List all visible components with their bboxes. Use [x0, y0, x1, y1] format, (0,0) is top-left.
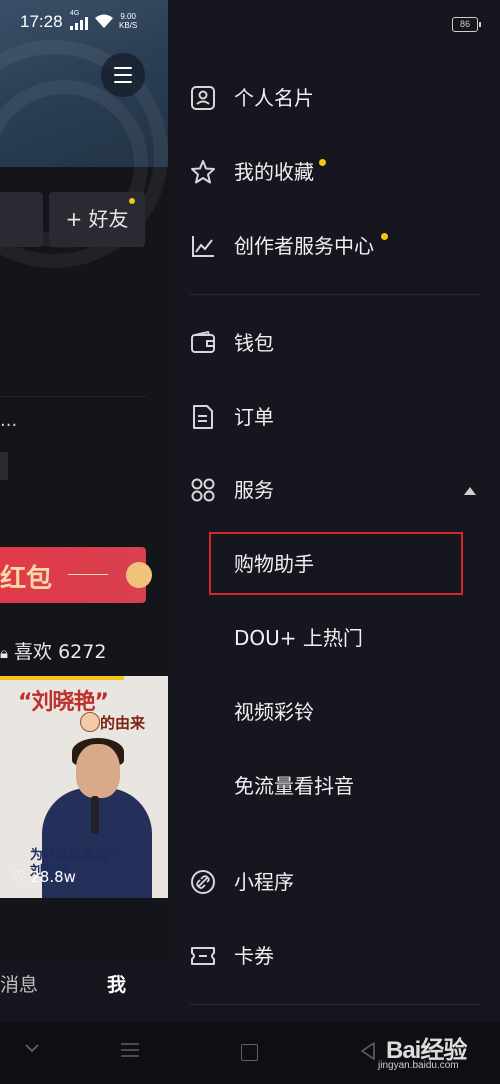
thumbnail-title: “刘晓艳”	[18, 690, 109, 715]
likes-tab[interactable]: 🔒︎ 喜欢 6272	[0, 637, 106, 664]
order-icon	[193, 405, 213, 429]
coin-icon	[126, 562, 152, 588]
service-item-video-ringtone[interactable]: 视频彩铃	[168, 684, 500, 740]
side-drawer: 个人名片 我的收藏 创作者服务中心 钱包 订单 服务 购物助手 DOU+ 上热门…	[168, 0, 500, 1022]
microphone-icon	[91, 796, 99, 834]
drawer-item-favorites[interactable]: 我的收藏	[168, 142, 500, 202]
divider	[0, 396, 146, 397]
service-item-label: DOU+ 上热门	[234, 626, 363, 650]
service-item-free-data[interactable]: 免流量看抖音	[168, 758, 500, 814]
drawer-item-label: 小程序	[234, 870, 294, 894]
add-friend-button[interactable]: + 好友	[49, 192, 145, 247]
status-time: 17:28	[20, 12, 63, 31]
drawer-item-orders[interactable]: 订单	[168, 387, 500, 447]
service-item-label: 免流量看抖音	[234, 774, 354, 798]
view-count: ♡ 28.8w	[12, 868, 76, 886]
heart-icon: ♡	[12, 868, 26, 886]
drawer-item-label: 个人名片	[234, 86, 314, 110]
face-icon	[80, 712, 100, 732]
drawer-item-label: 我的收藏	[234, 160, 314, 184]
wifi-icon	[95, 14, 113, 28]
link-icon	[191, 870, 215, 894]
service-item-label: 购物助手	[234, 552, 314, 576]
chevron-down-icon[interactable]	[24, 1042, 40, 1054]
video-thumbnail[interactable]: “刘晓艳” 的由来 为什么给我起个 刘晓艳 ♡ 28.8w	[0, 676, 168, 898]
notification-dot	[381, 233, 388, 240]
tag-chip	[0, 452, 8, 480]
signal-icon	[70, 17, 88, 30]
notification-dot	[129, 198, 135, 204]
service-item-dou-plus[interactable]: DOU+ 上热门	[168, 610, 500, 666]
tab-me[interactable]: 我	[107, 970, 126, 997]
red-packet-banner[interactable]: 红包	[0, 547, 152, 603]
bio-ellipsis: ...	[0, 410, 18, 431]
grid-icon	[191, 478, 215, 502]
notification-dot	[319, 159, 326, 166]
hamburger-menu-button[interactable]	[101, 53, 145, 97]
drawer-item-label: 创作者服务中心	[234, 234, 374, 258]
battery-icon: 86	[452, 17, 481, 32]
drawer-item-mini-programs[interactable]: 小程序	[168, 852, 500, 912]
status-bar: 17:28 4G 9.00 KB/S 86	[0, 0, 500, 48]
tab-messages[interactable]: 消息	[0, 970, 38, 997]
drawer-item-wallet[interactable]: 钱包	[168, 313, 500, 373]
profile-card-icon	[191, 86, 215, 110]
drawer-item-profile-card[interactable]: 个人名片	[168, 68, 500, 128]
chart-icon	[192, 236, 214, 257]
lock-icon: 🔒︎	[0, 644, 8, 662]
edit-profile-button[interactable]	[0, 192, 43, 247]
divider	[190, 294, 479, 295]
thumbnail-subtitle: 的由来	[100, 714, 146, 732]
wallet-icon	[191, 330, 215, 353]
baidu-watermark: Bai经验 jingyan.baidu.com	[378, 1026, 496, 1080]
collapse-caret-icon[interactable]	[464, 487, 476, 495]
network-speed: 9.00 KB/S	[119, 12, 138, 30]
service-item-label: 视频彩铃	[234, 700, 314, 724]
star-icon	[191, 160, 215, 184]
divider	[190, 1004, 479, 1005]
drawer-item-label: 订单	[234, 405, 274, 429]
drawer-item-label: 卡券	[234, 944, 274, 968]
drawer-item-label: 钱包	[234, 331, 274, 355]
menu-icon[interactable]	[120, 1042, 140, 1058]
drawer-item-label: 服务	[234, 478, 274, 502]
home-square-icon[interactable]	[241, 1044, 258, 1061]
watermark-url: jingyan.baidu.com	[378, 1060, 459, 1071]
drawer-item-coupons[interactable]: 卡券	[168, 926, 500, 986]
back-triangle-icon[interactable]	[360, 1042, 376, 1060]
drawer-item-creator-center[interactable]: 创作者服务中心	[168, 216, 500, 276]
service-item-shopping-assistant[interactable]: 购物助手	[168, 536, 500, 592]
ticket-icon	[191, 947, 215, 965]
background-profile-page: + 好友 ... 红包 🔒︎ 喜欢 6272 “刘晓艳” 的由来 为什么给我起个…	[0, 0, 168, 1022]
drawer-item-services[interactable]: 服务	[168, 460, 500, 520]
